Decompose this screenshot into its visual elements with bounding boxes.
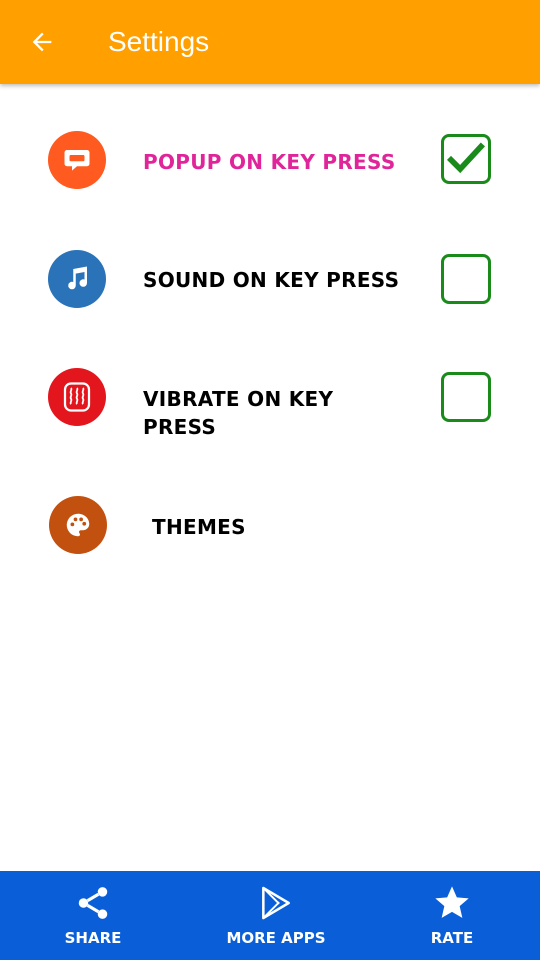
- nav-label: MORE APPS: [226, 929, 326, 947]
- star-icon: [432, 883, 472, 923]
- vibration-icon: [63, 382, 91, 412]
- share-icon: [73, 883, 113, 923]
- settings-screen: Settings POPUP ON KEY PRESS SOUND ON KEY…: [0, 0, 540, 960]
- chat-bubble-icon: [64, 150, 90, 171]
- rate-button[interactable]: RATE: [407, 871, 497, 960]
- nav-label: SHARE: [64, 929, 122, 947]
- checkmark-icon: [446, 142, 486, 174]
- share-button[interactable]: SHARE: [48, 871, 138, 960]
- setting-icon-badge: [49, 496, 107, 554]
- more-apps-button[interactable]: MORE APPS: [216, 871, 336, 960]
- setting-row-popup[interactable]: POPUP ON KEY PRESS: [0, 131, 540, 191]
- setting-label: THEMES: [152, 515, 246, 539]
- popup-checkbox[interactable]: [441, 134, 491, 184]
- setting-label: VIBRATE ON KEY PRESS: [143, 387, 334, 439]
- nav-label: RATE: [430, 929, 474, 947]
- page-title: Settings: [108, 26, 210, 57]
- play-store-icon: [256, 883, 296, 923]
- arrow-left-icon: [32, 32, 52, 52]
- app-bar: Settings: [0, 0, 540, 84]
- setting-label: POPUP ON KEY PRESS: [143, 150, 396, 174]
- vibrate-checkbox[interactable]: [441, 372, 491, 422]
- music-notes-icon: [68, 266, 88, 290]
- palette-icon: [66, 513, 90, 537]
- setting-icon-badge: [48, 131, 106, 189]
- setting-icon-badge: [48, 368, 106, 426]
- setting-label: SOUND ON KEY PRESS: [143, 268, 400, 292]
- setting-row-themes[interactable]: THEMES: [0, 496, 540, 556]
- setting-row-sound[interactable]: SOUND ON KEY PRESS: [0, 249, 540, 309]
- back-button[interactable]: [22, 22, 62, 62]
- sound-checkbox[interactable]: [441, 254, 491, 304]
- setting-icon-badge: [48, 250, 106, 308]
- setting-row-vibrate[interactable]: VIBRATE ON KEY PRESS: [0, 367, 540, 447]
- bottom-nav: SHARE MORE APPS RATE: [0, 871, 540, 960]
